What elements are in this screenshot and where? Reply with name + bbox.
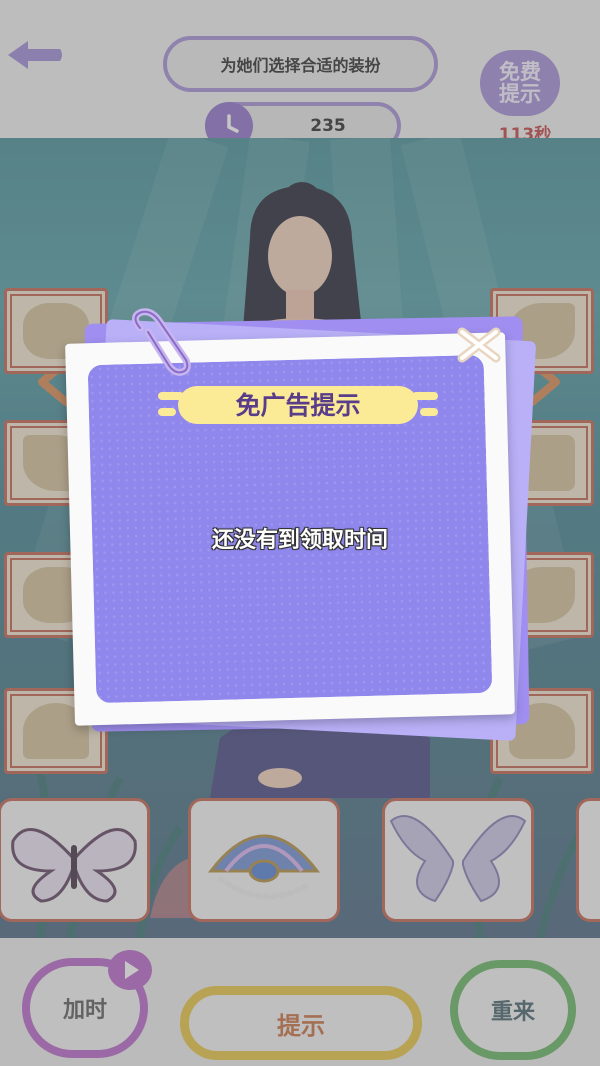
modal-message: 还没有到领取时间 <box>211 528 388 553</box>
paperclip-icon <box>132 308 191 376</box>
close-icon[interactable] <box>456 326 502 364</box>
modal-title: 免广告提示 <box>235 391 361 420</box>
modal-title-banner: 免广告提示 <box>158 378 438 430</box>
